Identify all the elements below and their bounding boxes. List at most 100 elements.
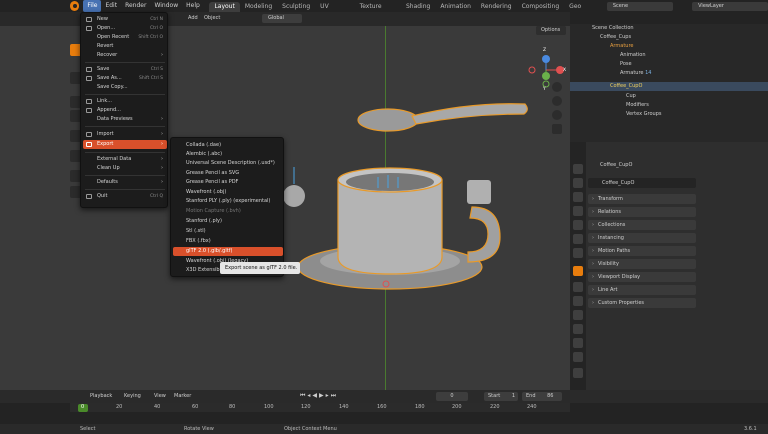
outliner-vertex-groups[interactable]: Vertex Groups bbox=[570, 110, 768, 119]
prev-key-icon[interactable]: ◂ bbox=[307, 392, 310, 401]
menu-edit[interactable]: Edit bbox=[101, 0, 121, 12]
panel-relations[interactable]: Relations bbox=[588, 207, 696, 217]
timeline-menu-marker[interactable]: Marker bbox=[174, 393, 191, 399]
menu-help[interactable]: Help bbox=[182, 0, 204, 12]
zoom-icon[interactable] bbox=[552, 82, 562, 92]
file-append[interactable]: Append... bbox=[83, 106, 167, 115]
blender-logo-icon[interactable] bbox=[70, 1, 80, 11]
tab-shading[interactable]: Shading bbox=[401, 2, 435, 12]
panel-collections[interactable]: Collections bbox=[588, 220, 696, 230]
tab-texture-paint[interactable]: Texture Paint bbox=[355, 2, 401, 20]
export-bvh[interactable]: Motion Capture (.bvh) bbox=[173, 207, 283, 216]
export-ply[interactable]: Stanford (.ply) bbox=[173, 217, 283, 226]
menu-window[interactable]: Window bbox=[150, 0, 182, 12]
outliner-scene-collection[interactable]: Scene Collection bbox=[570, 24, 768, 33]
jump-end-icon[interactable]: ⏭ bbox=[331, 392, 336, 401]
outliner-coffee-cups[interactable]: Coffee_Cups bbox=[570, 33, 768, 42]
view-layer-tab-icon[interactable] bbox=[573, 206, 583, 216]
physics-tab-icon[interactable] bbox=[573, 310, 583, 320]
texture-tab-icon[interactable] bbox=[573, 368, 583, 378]
panel-transform[interactable]: Transform bbox=[588, 194, 696, 204]
file-external-data[interactable]: External Data › bbox=[83, 155, 167, 164]
file-quit[interactable]: Quit Ctrl Q bbox=[83, 192, 167, 201]
current-frame-field[interactable]: 0 bbox=[436, 392, 468, 401]
menu-render[interactable]: Render bbox=[121, 0, 150, 12]
file-export[interactable]: Export › bbox=[83, 140, 167, 149]
export-gp-svg[interactable]: Grease Pencil as SVG bbox=[173, 169, 283, 178]
panel-motion-paths[interactable]: Motion Paths bbox=[588, 246, 696, 256]
outliner-modifiers[interactable]: Modifiers bbox=[570, 101, 768, 110]
file-import[interactable]: Import › bbox=[83, 130, 167, 139]
outliner-armature-object[interactable]: Armature bbox=[570, 42, 768, 51]
output-tab-icon[interactable] bbox=[573, 192, 583, 202]
file-save-copy[interactable]: Save Copy... bbox=[83, 83, 167, 92]
ortho-grid-icon[interactable] bbox=[552, 124, 562, 134]
file-data-previews[interactable]: Data Previews › bbox=[83, 115, 167, 124]
tab-rendering[interactable]: Rendering bbox=[476, 2, 517, 12]
modifier-tab-icon[interactable] bbox=[573, 282, 583, 292]
export-ply-experimental[interactable]: Stanford PLY (.ply) (experimental) bbox=[173, 197, 283, 206]
object-name-field[interactable]: Coffee_CupO bbox=[588, 178, 696, 188]
file-save[interactable]: Save Ctrl S bbox=[83, 65, 167, 74]
panel-line-art[interactable]: Line Art bbox=[588, 285, 696, 295]
world-tab-icon[interactable] bbox=[573, 234, 583, 244]
export-gltf[interactable]: glTF 2.0 (.glb/.gltf) bbox=[173, 247, 283, 256]
constraints-tab-icon[interactable] bbox=[573, 324, 583, 334]
timeline-menu-view[interactable]: View bbox=[154, 393, 166, 399]
file-revert[interactable]: Revert bbox=[83, 42, 167, 51]
tool-tab-icon[interactable] bbox=[573, 164, 583, 174]
tick-20: 20 bbox=[116, 404, 123, 410]
export-usd[interactable]: Universal Scene Description (.usd*) bbox=[173, 159, 283, 168]
collection-tab-icon[interactable] bbox=[573, 248, 583, 258]
object-tab-icon[interactable] bbox=[573, 266, 583, 276]
tab-geometry-nodes[interactable]: Geo bbox=[564, 2, 586, 12]
outliner-armature-data[interactable]: Armature 14 bbox=[570, 69, 768, 78]
tab-modeling[interactable]: Modeling bbox=[240, 2, 277, 12]
pan-hand-icon[interactable] bbox=[552, 96, 562, 106]
start-frame-field[interactable]: Start 1 bbox=[484, 392, 518, 401]
file-clean-up[interactable]: Clean Up › bbox=[83, 164, 167, 173]
file-new[interactable]: New Ctrl N bbox=[83, 15, 167, 24]
particles-tab-icon[interactable] bbox=[573, 296, 583, 306]
tab-animation[interactable]: Animation bbox=[435, 2, 476, 12]
data-tab-icon[interactable] bbox=[573, 338, 583, 348]
play-reverse-icon[interactable]: ◀ bbox=[312, 392, 317, 401]
export-fbx[interactable]: FBX (.fbx) bbox=[173, 237, 283, 246]
view-layer-selector[interactable]: ViewLayer bbox=[692, 1, 768, 11]
panel-instancing[interactable]: Instancing bbox=[588, 233, 696, 243]
outliner-coffee-cup0[interactable]: Coffee_CupO bbox=[570, 82, 768, 91]
outliner-pose[interactable]: Pose bbox=[570, 60, 768, 69]
tab-compositing[interactable]: Compositing bbox=[517, 2, 565, 12]
export-wavefront[interactable]: Wavefront (.obj) bbox=[173, 188, 283, 197]
file-open[interactable]: Open... Ctrl O bbox=[83, 24, 167, 33]
scene-tab-icon[interactable] bbox=[573, 220, 583, 230]
file-open-recent[interactable]: Open Recent Shift Ctrl O bbox=[83, 33, 167, 42]
file-link[interactable]: Link... bbox=[83, 97, 167, 106]
menu-file[interactable]: File bbox=[83, 0, 102, 12]
panel-custom-properties[interactable]: Custom Properties bbox=[588, 298, 696, 308]
export-gp-pdf[interactable]: Grease Pencil as PDF bbox=[173, 178, 283, 187]
panel-visibility[interactable]: Visibility bbox=[588, 259, 696, 269]
export-alembic[interactable]: Alembic (.abc) bbox=[173, 150, 283, 159]
tab-sculpting[interactable]: Sculpting bbox=[277, 2, 315, 12]
play-icon[interactable]: ▶ bbox=[319, 392, 324, 401]
export-collada[interactable]: Collada (.dae) bbox=[173, 141, 283, 150]
end-frame-field[interactable]: End 86 bbox=[522, 392, 562, 401]
next-key-icon[interactable]: ▸ bbox=[326, 392, 329, 401]
material-tab-icon[interactable] bbox=[573, 352, 583, 362]
tab-uv-editing[interactable]: UV Editing bbox=[315, 2, 354, 20]
export-stl[interactable]: Stl (.stl) bbox=[173, 227, 283, 236]
jump-start-icon[interactable]: ⏮ bbox=[300, 392, 305, 401]
file-defaults[interactable]: Defaults › bbox=[83, 178, 167, 187]
file-save-as[interactable]: Save As... Shift Ctrl S bbox=[83, 74, 167, 83]
render-tab-icon[interactable] bbox=[573, 178, 583, 188]
tab-layout[interactable]: Layout bbox=[209, 1, 240, 12]
scene-selector[interactable]: Scene bbox=[606, 1, 674, 11]
outliner-cup-mesh[interactable]: Cup bbox=[570, 92, 768, 101]
outliner-animation[interactable]: Animation bbox=[570, 51, 768, 60]
panel-viewport-display[interactable]: Viewport Display bbox=[588, 272, 696, 282]
timeline-menu-playback[interactable]: Playback bbox=[90, 393, 112, 399]
camera-view-icon[interactable] bbox=[552, 110, 562, 120]
file-recover[interactable]: Recover › bbox=[83, 51, 167, 60]
timeline-menu-keying[interactable]: Keying bbox=[124, 393, 141, 399]
